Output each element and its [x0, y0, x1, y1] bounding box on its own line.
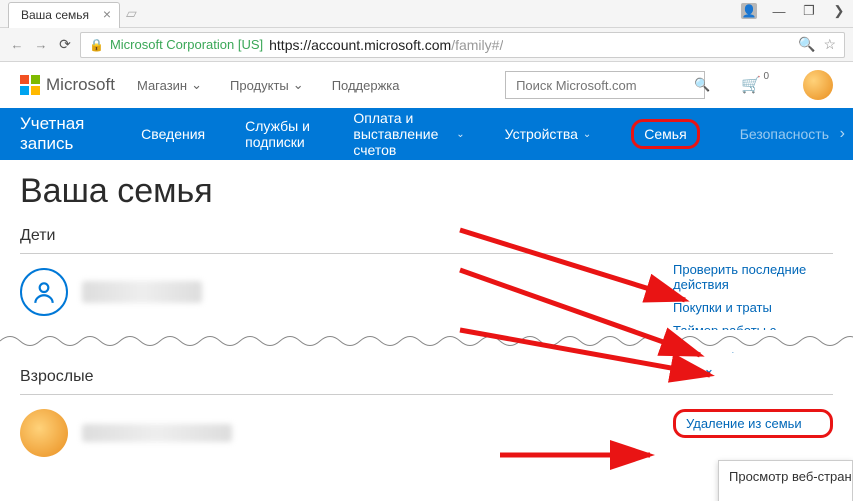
- microsoft-logo[interactable]: Microsoft: [20, 75, 115, 95]
- chevron-down-icon: ⌄: [293, 77, 304, 93]
- action-purchases[interactable]: Покупки и траты: [673, 300, 833, 315]
- torn-separator: [0, 330, 853, 352]
- chrome-user-icon[interactable]: 👤: [741, 3, 757, 19]
- action-more[interactable]: Еще⌄: [673, 361, 833, 377]
- nav-support[interactable]: Поддержка: [332, 77, 400, 93]
- window-restore-icon[interactable]: ❐: [801, 3, 817, 19]
- user-avatar[interactable]: [803, 70, 833, 100]
- ms-top-nav: Магазин⌄ Продукты⌄ Поддержка: [137, 77, 400, 93]
- ev-cert-label: Microsoft Corporation [US]: [110, 37, 263, 52]
- tab-title: Ваша семья: [21, 8, 89, 22]
- url-text: https://account.microsoft.com/family#/: [269, 37, 503, 53]
- chevron-down-icon: ⌄: [456, 129, 464, 140]
- reload-icon[interactable]: ⟳: [56, 36, 74, 54]
- microsoft-utility-bar: Microsoft Магазин⌄ Продукты⌄ Поддержка 🔍…: [0, 62, 853, 108]
- adult-row: Удаление из семьи: [20, 395, 833, 471]
- window-controls: 👤 — ❐ ❯: [741, 3, 847, 19]
- dropdown-web[interactable]: Просмотр веб-страниц: [719, 461, 852, 492]
- chevron-down-icon: ⌄: [703, 361, 714, 377]
- nav-billing[interactable]: Оплата и выставление счетов⌄: [349, 104, 468, 164]
- back-icon[interactable]: ←: [8, 36, 26, 54]
- ms-search-box[interactable]: 🔍: [505, 71, 705, 99]
- nav-devices[interactable]: Устройства⌄: [501, 120, 596, 148]
- bookmark-star-icon[interactable]: ☆: [823, 36, 836, 53]
- zoom-icon[interactable]: 🔍: [798, 36, 815, 53]
- browser-titlebar: Ваша семья × ▱ 👤 — ❐ ❯: [0, 0, 853, 28]
- nav-family[interactable]: Семья: [627, 113, 703, 155]
- child-name-redacted: [82, 281, 202, 303]
- page-content: Ваша семья Дети Проверить последние дейс…: [0, 160, 853, 479]
- window-minimize-icon[interactable]: —: [771, 3, 787, 19]
- adult-name-redacted: [82, 424, 232, 442]
- cart-count: 0: [763, 71, 769, 82]
- new-tab-icon[interactable]: ▱: [126, 5, 137, 22]
- adult-avatar: [20, 409, 68, 457]
- window-menu-icon[interactable]: ❯: [831, 3, 847, 19]
- browser-toolbar: ← → ⟳ 🔒 Microsoft Corporation [US] https…: [0, 28, 853, 62]
- search-icon[interactable]: 🔍: [694, 77, 710, 93]
- tab-close-icon[interactable]: ×: [103, 7, 111, 21]
- dropdown-apps[interactable]: Приложения, игры и му: [719, 492, 852, 501]
- action-recent[interactable]: Проверить последние действия: [673, 262, 833, 292]
- ms-search-input[interactable]: [514, 77, 694, 94]
- nav-store[interactable]: Магазин⌄: [137, 77, 202, 93]
- nav-scroll-right-icon[interactable]: ›: [840, 125, 845, 143]
- page-title: Ваша семья: [20, 172, 833, 211]
- nav-info[interactable]: Сведения: [137, 120, 209, 148]
- chevron-down-icon: ⌄: [583, 129, 591, 140]
- adult-actions: Удаление из семьи: [673, 409, 833, 438]
- nav-security[interactable]: Безопасность: [736, 120, 833, 148]
- browser-tab[interactable]: Ваша семья ×: [8, 2, 120, 28]
- nav-services[interactable]: Службы и подписки: [241, 112, 317, 156]
- microsoft-logo-text: Microsoft: [46, 75, 115, 95]
- section-children: Дети: [20, 227, 833, 254]
- nav-products[interactable]: Продукты⌄: [230, 77, 304, 93]
- action-remove-adult[interactable]: Удаление из семьи: [673, 409, 833, 438]
- forward-icon[interactable]: →: [32, 36, 50, 54]
- person-icon: [20, 268, 68, 316]
- cart-icon[interactable]: 🛒0: [741, 75, 761, 95]
- child-actions: Проверить последние действия Покупки и т…: [673, 262, 833, 377]
- child-row: Проверить последние действия Покупки и т…: [20, 254, 833, 330]
- account-brand[interactable]: Учетная запись: [20, 114, 85, 154]
- address-bar[interactable]: 🔒 Microsoft Corporation [US] https://acc…: [80, 32, 845, 58]
- more-dropdown: Просмотр веб-страниц Приложения, игры и …: [718, 460, 853, 501]
- lock-icon: 🔒: [89, 38, 104, 52]
- account-nav: Учетная запись Сведения Службы и подписк…: [0, 108, 853, 160]
- chevron-down-icon: ⌄: [191, 77, 202, 93]
